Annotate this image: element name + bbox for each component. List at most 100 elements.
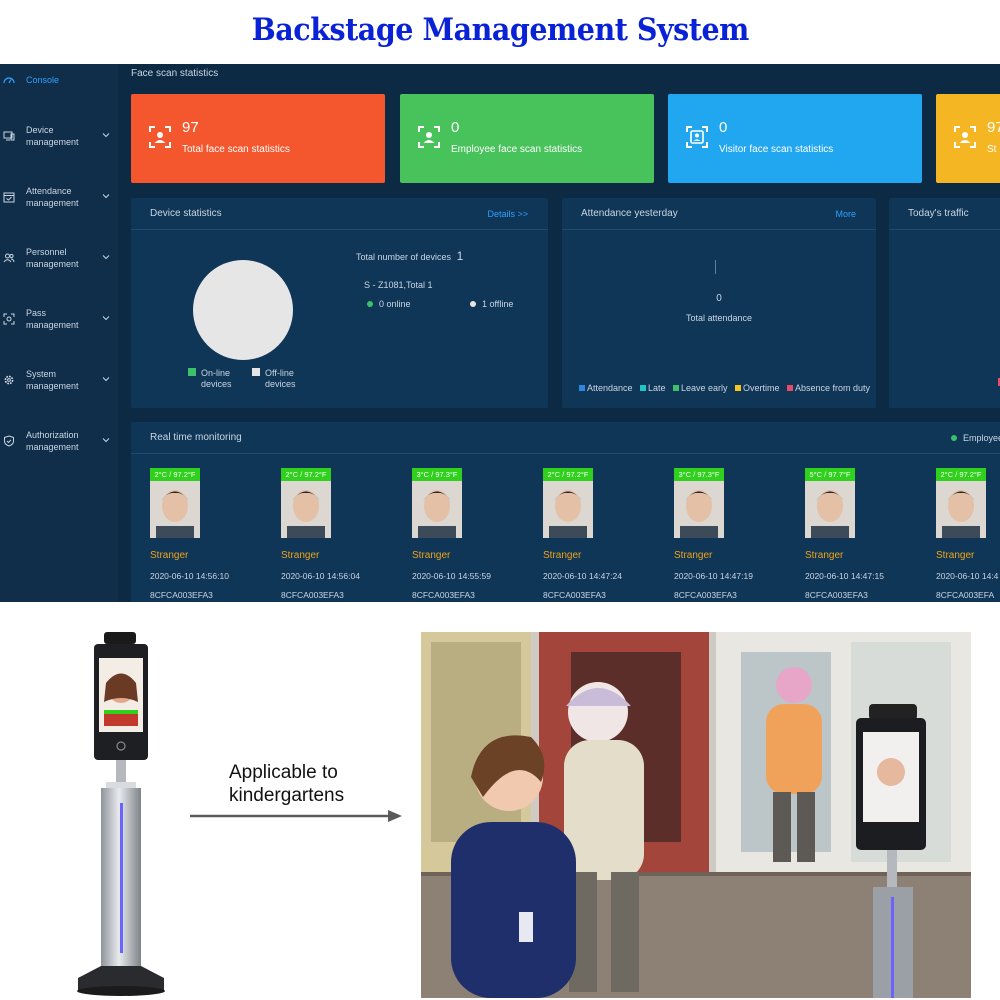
panel-header: Attendance yesterday More xyxy=(562,198,876,230)
monitoring-card[interactable]: 3°C / 97.3°F Stranger 2020-06-10 14:55:59 8… xyxy=(412,468,532,602)
online-legend-label: On-line devices xyxy=(201,368,232,389)
monitoring-card[interactable]: 5°C / 97.7°F Stranger 2020-06-10 14:47:15 8… xyxy=(805,468,925,602)
online-legend-swatch xyxy=(188,368,196,376)
person-name: Stranger xyxy=(805,550,844,561)
kindergarten-photo xyxy=(421,632,971,998)
temperature-label: 3°C / 97.3°F xyxy=(674,468,724,481)
attendance-legend: Attendance Late Leave early Overtime Abs… xyxy=(579,378,870,396)
shield-check-icon xyxy=(4,435,14,447)
monitor-icon xyxy=(3,131,15,141)
sidebar-item-pass-management[interactable]: Pass management xyxy=(0,294,118,344)
arrow-right-icon xyxy=(190,810,402,822)
sidebar-item-label: System management xyxy=(26,369,79,391)
section-title: Face scan statistics xyxy=(131,68,219,79)
stat-card-employee[interactable]: 0 Employee face scan statistics xyxy=(400,94,654,183)
dashboard-screenshot: Console Device management Attendance man… xyxy=(0,64,1000,602)
temperature-label: 2°C / 97.2°F xyxy=(936,468,986,481)
stat-value: 0 xyxy=(451,119,460,136)
banner-title: Backstage Management System xyxy=(251,12,749,48)
sidebar: Console Device management Attendance man… xyxy=(0,64,118,602)
employee-legend-dot xyxy=(951,435,957,441)
scan-timestamp: 2020-06-10 14:47:15 xyxy=(805,571,884,581)
monitoring-card[interactable]: 2°C / 97.2°F Stranger 2020-06-10 14:56:04 8… xyxy=(281,468,401,602)
face-snapshot: 3°C / 97.3°F xyxy=(412,468,462,538)
banner: Backstage Management System xyxy=(0,0,1000,64)
sidebar-item-label: Device management xyxy=(26,125,79,147)
temperature-label: 3°C / 97.3°F xyxy=(412,468,462,481)
monitoring-card[interactable]: 3°C / 97.3°F Stranger 2020-06-10 14:47:19 8… xyxy=(674,468,794,602)
sidebar-item-console[interactable]: Console xyxy=(0,64,118,105)
temperature-kiosk-image xyxy=(77,632,165,996)
total-devices-label: Total number of devices 1 xyxy=(356,249,463,263)
device-statistics-panel: Device statistics Details >> On-line dev… xyxy=(131,198,548,408)
legend-overtime: Overtime xyxy=(734,383,779,393)
sidebar-item-label: Pass management xyxy=(26,308,79,330)
sidebar-item-attendance-management[interactable]: Attendance management xyxy=(0,172,118,222)
scan-timestamp: 2020-06-10 14:55:59 xyxy=(412,571,491,581)
main-content: Face scan statistics 97 Total face scan … xyxy=(125,64,1000,602)
stat-card-fourth[interactable]: 97 St xyxy=(936,94,1000,183)
chevron-down-icon xyxy=(102,133,110,138)
monitoring-card[interactable]: 2°C / 97.2°F Stranger 2020-06-10 14:47:24 8… xyxy=(543,468,663,602)
person-name: Stranger xyxy=(674,550,713,561)
sidebar-item-device-management[interactable]: Device management xyxy=(0,111,118,161)
offline-legend-label: Off-line devices xyxy=(265,368,296,389)
face-scan-icon xyxy=(3,313,15,325)
gear-icon xyxy=(4,375,14,385)
face-snapshot: 5°C / 97.7°F xyxy=(805,468,855,538)
person-name: Stranger xyxy=(281,550,320,561)
photo-illustration xyxy=(421,632,971,998)
employee-legend-label: Employee xyxy=(963,433,1000,443)
stat-value: 97 xyxy=(182,119,199,136)
offline-status-dot xyxy=(470,301,476,307)
device-id: 8CFCA003EFA3 xyxy=(412,590,475,600)
person-name: Stranger xyxy=(936,550,975,561)
sidebar-item-label: Personnel management xyxy=(26,247,79,269)
panel-header: Device statistics Details >> xyxy=(131,198,548,230)
caption-line-1: Applicable to xyxy=(229,762,338,783)
panel-title: Real time monitoring xyxy=(150,432,242,443)
face-scan-icon xyxy=(954,126,976,148)
chevron-down-icon xyxy=(102,316,110,321)
online-count: 0 online xyxy=(379,299,411,309)
temperature-label: 2°C / 97.2°F xyxy=(543,468,593,481)
stat-value: 0 xyxy=(719,119,728,136)
device-id: 8CFCA003EFA3 xyxy=(805,590,868,600)
sidebar-item-personnel-management[interactable]: Personnel management xyxy=(0,233,118,283)
legend-absence: Absence from duty xyxy=(786,383,870,393)
calendar-check-icon xyxy=(3,192,15,203)
online-status-dot xyxy=(367,301,373,307)
stat-card-total[interactable]: 97 Total face scan statistics xyxy=(131,94,385,183)
device-id: 8CFCA003EFA3 xyxy=(674,590,737,600)
person-name: Stranger xyxy=(412,550,451,561)
person-badge-icon xyxy=(418,126,440,148)
device-id: 8CFCA003EFA3 xyxy=(543,590,606,600)
sidebar-item-authorization-management[interactable]: Authorization management xyxy=(0,416,118,466)
total-devices-value: 1 xyxy=(456,249,464,263)
caption-text: Applicable to kindergartens xyxy=(229,761,344,807)
face-scan-icon xyxy=(149,126,171,148)
sidebar-item-label: Authorization management xyxy=(26,430,79,452)
panel-title: Attendance yesterday xyxy=(581,208,678,219)
attendance-yesterday-panel: Attendance yesterday More 0 Total attend… xyxy=(562,198,876,408)
chevron-down-icon xyxy=(102,438,110,443)
legend-attendance: Attendance xyxy=(579,383,633,393)
monitoring-card[interactable]: 2°C / 97.2°F Stranger 2020-06-10 14:4 8CFCA… xyxy=(936,468,1000,602)
device-id: 8CFCA003EFA3 xyxy=(281,590,344,600)
device-model-line: S - Z1081,Total 1 xyxy=(364,280,433,290)
more-link[interactable]: More xyxy=(835,209,856,219)
details-link[interactable]: Details >> xyxy=(487,209,528,219)
chevron-down-icon xyxy=(102,255,110,260)
stat-card-visitor[interactable]: 0 Visitor face scan statistics xyxy=(668,94,922,183)
people-icon xyxy=(3,253,15,263)
scan-timestamp: 2020-06-10 14:56:04 xyxy=(281,571,360,581)
device-id: 8CFCA003EFA3 xyxy=(150,590,213,600)
face-snapshot: 2°C / 97.2°F xyxy=(281,468,331,538)
panel-header: Real time monitoring Employee xyxy=(131,422,1000,454)
sidebar-item-label: Console xyxy=(26,75,60,85)
face-snapshot: 2°C / 97.2°F xyxy=(150,468,200,538)
sidebar-item-system-management[interactable]: System management xyxy=(0,355,118,405)
monitoring-card[interactable]: 2°C / 97.2°F Stranger 2020-06-10 14:56:10 8… xyxy=(150,468,270,602)
total-attendance-value: 0 xyxy=(716,293,722,304)
scan-timestamp: 2020-06-10 14:47:19 xyxy=(674,571,753,581)
